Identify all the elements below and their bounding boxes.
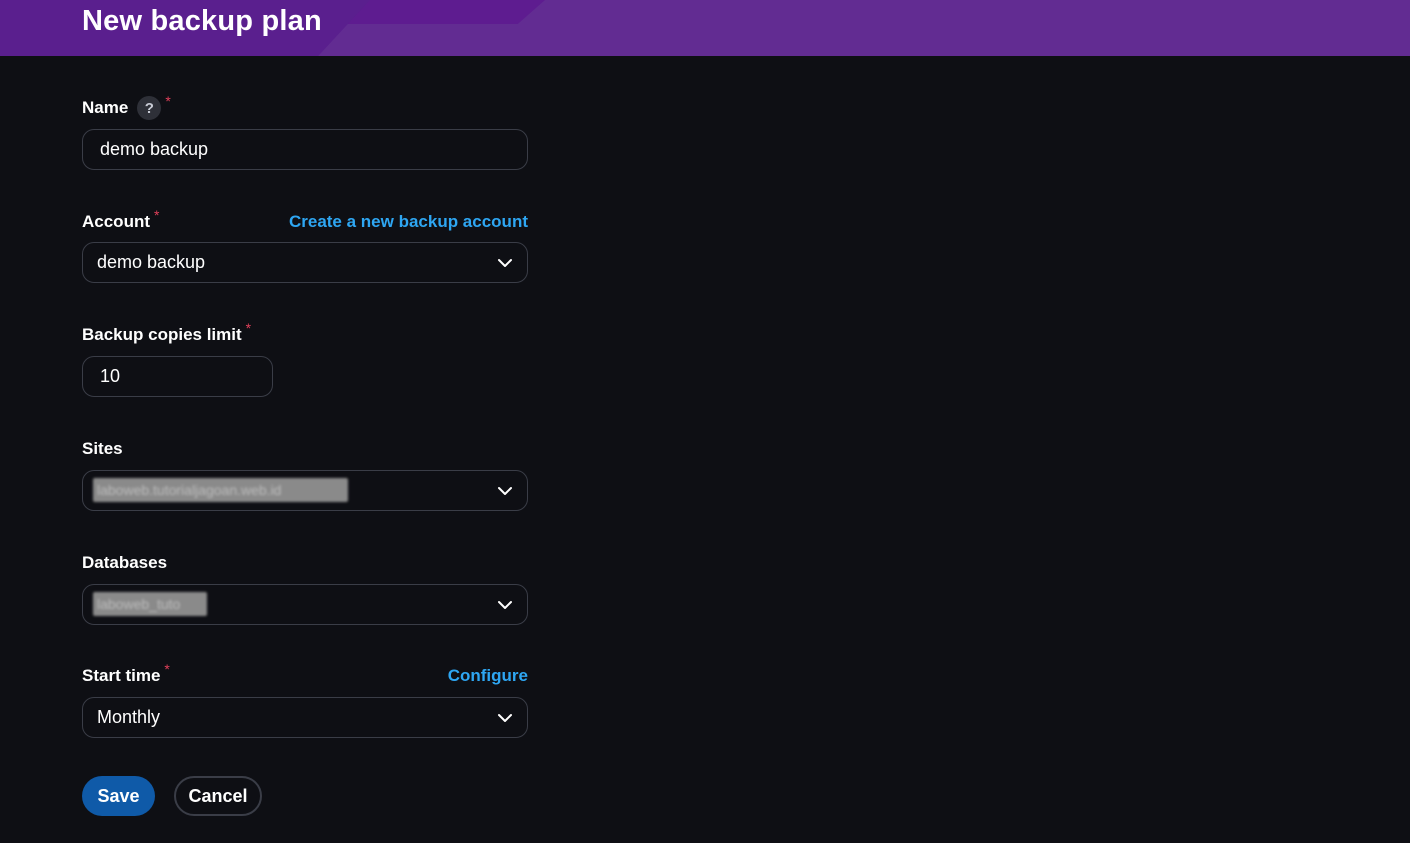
page-title: New backup plan <box>82 5 322 37</box>
copies-input[interactable] <box>100 357 260 396</box>
question-icon[interactable]: ? <box>137 96 162 120</box>
start-time-label: Start time * <box>82 661 170 685</box>
required-marker: * <box>165 93 171 109</box>
account-select-value: demo backup <box>97 252 206 272</box>
start-time-select[interactable]: Monthly <box>82 697 528 738</box>
page-header: New backup plan <box>0 0 1410 56</box>
sites-label: Sites <box>82 439 123 458</box>
required-marker: * <box>245 320 252 336</box>
required-marker: * <box>154 207 160 223</box>
name-input[interactable] <box>100 130 510 169</box>
chevron-down-icon <box>498 714 512 722</box>
copies-input-wrapper <box>82 356 273 397</box>
account-select[interactable]: demo backup <box>82 242 528 283</box>
chevron-down-icon <box>498 601 512 609</box>
sites-select-value: laboweb.tutorialjagoan.web.id <box>93 478 348 502</box>
chevron-down-icon <box>498 259 512 267</box>
account-label: Account * <box>82 207 160 231</box>
configure-link[interactable]: Configure <box>448 666 528 686</box>
chevron-down-icon <box>498 487 512 495</box>
save-button[interactable]: Save <box>82 776 155 816</box>
sites-select[interactable]: laboweb.tutorialjagoan.web.id <box>82 470 528 511</box>
databases-label: Databases <box>82 553 168 572</box>
cancel-button[interactable]: Cancel <box>174 776 262 816</box>
databases-select[interactable]: laboweb_tuto <box>82 584 528 625</box>
create-backup-account-link[interactable]: Create a new backup account <box>289 212 528 232</box>
name-label: Name ? * <box>82 93 171 120</box>
start-time-select-value: Monthly <box>97 707 161 727</box>
required-marker: * <box>164 661 170 677</box>
copies-label: Backup copies limit * <box>82 320 252 344</box>
databases-select-value: laboweb_tuto <box>93 592 207 616</box>
name-input-wrapper <box>82 129 528 170</box>
